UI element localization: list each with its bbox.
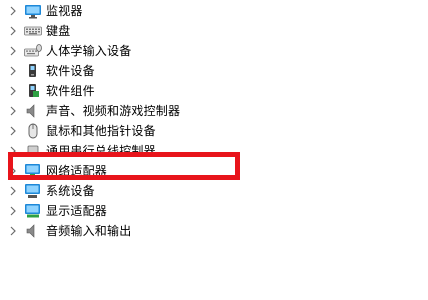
tree-item-label: 声音、视频和游戏控制器 xyxy=(46,104,181,118)
chevron-right-icon[interactable] xyxy=(8,101,18,121)
chevron-right-icon[interactable] xyxy=(8,201,18,221)
system-device-icon xyxy=(24,183,42,199)
monitor-icon xyxy=(24,3,42,19)
tree-item-label: 软件组件 xyxy=(46,84,95,98)
tree-item-label: 通用串行总线控制器 xyxy=(46,144,156,158)
tree-item-system-devices[interactable]: 系统设备 xyxy=(0,181,300,201)
tree-item-mice[interactable]: 鼠标和其他指针设备 xyxy=(0,121,300,141)
speaker-icon xyxy=(24,103,42,119)
software-device-icon xyxy=(24,63,42,79)
chevron-right-icon[interactable] xyxy=(8,21,18,41)
chevron-right-icon[interactable] xyxy=(8,121,18,141)
chevron-right-icon[interactable] xyxy=(8,221,18,241)
chevron-right-icon[interactable] xyxy=(8,181,18,201)
chevron-right-icon[interactable] xyxy=(8,161,18,181)
tree-item-label: 系统设备 xyxy=(46,184,95,198)
tree-item-software-components[interactable]: 软件组件 xyxy=(0,81,300,101)
hid-icon xyxy=(24,43,42,59)
network-adapter-icon xyxy=(24,163,42,179)
tree-item-monitors[interactable]: 监视器 xyxy=(0,1,300,21)
tree-item-label: 键盘 xyxy=(46,24,71,38)
software-component-icon xyxy=(24,83,42,99)
tree-item-display-adapters[interactable]: 显示适配器 xyxy=(0,201,300,221)
chevron-right-icon[interactable] xyxy=(8,41,18,61)
tree-item-audio-io[interactable]: 音频输入和输出 xyxy=(0,221,300,241)
usb-icon xyxy=(24,143,42,153)
tree-item-label: 软件设备 xyxy=(46,64,95,78)
mouse-icon xyxy=(24,123,42,139)
tree-item-label: 鼠标和其他指针设备 xyxy=(46,124,156,138)
tree-item-usb[interactable]: 通用串行总线控制器 xyxy=(0,141,300,158)
display-adapter-icon xyxy=(24,203,42,219)
tree-item-label: 监视器 xyxy=(46,4,83,18)
tree-item-label: 网络适配器 xyxy=(46,164,108,178)
chevron-right-icon[interactable] xyxy=(8,61,18,81)
chevron-right-icon[interactable] xyxy=(8,81,18,101)
tree-item-network-adapters[interactable]: 网络适配器 xyxy=(0,161,300,181)
tree-item-label: 音频输入和输出 xyxy=(46,224,132,238)
tree-item-software-devices[interactable]: 软件设备 xyxy=(0,61,300,81)
audio-io-icon xyxy=(24,223,42,239)
tree-item-sound-video-game[interactable]: 声音、视频和游戏控制器 xyxy=(0,101,300,121)
chevron-right-icon[interactable] xyxy=(8,1,18,21)
tree-item-label: 人体学输入设备 xyxy=(46,44,132,58)
tree-item-hid[interactable]: 人体学输入设备 xyxy=(0,41,300,61)
tree-item-label: 显示适配器 xyxy=(46,204,108,218)
tree-item-keyboards[interactable]: 键盘 xyxy=(0,21,300,41)
keyboard-icon xyxy=(24,23,42,39)
chevron-right-icon[interactable] xyxy=(8,141,18,153)
